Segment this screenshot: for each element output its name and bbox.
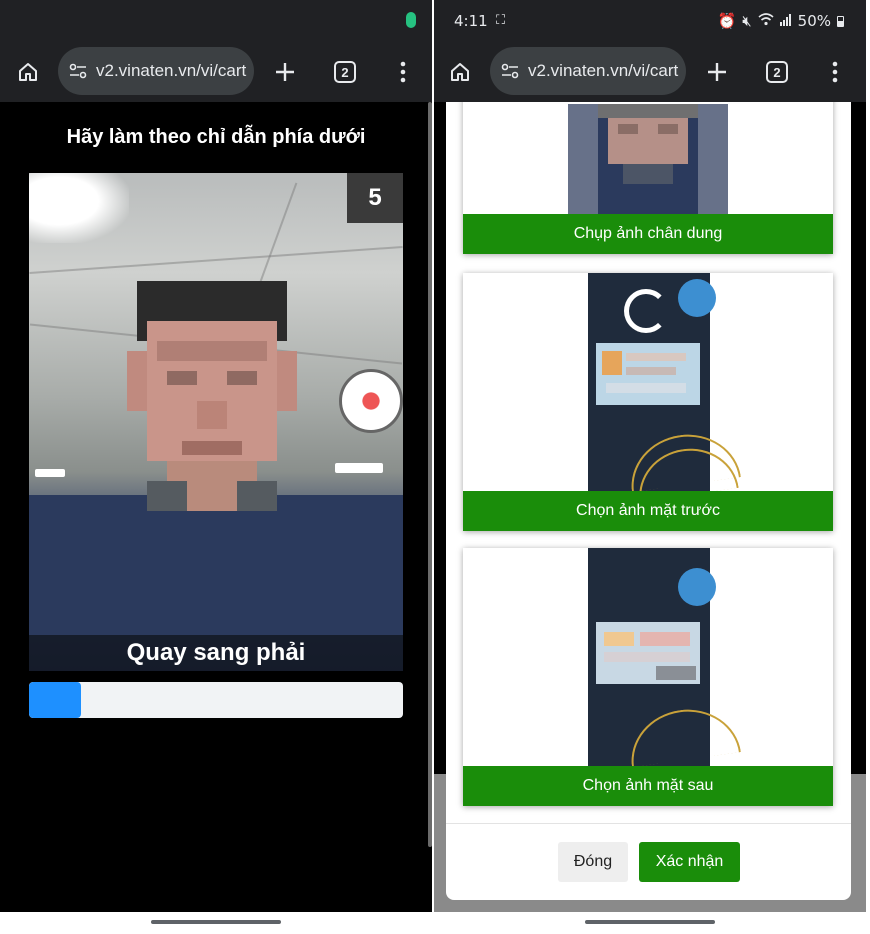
loading-spinner-icon — [624, 289, 668, 333]
url-text: v2.vinaten.vn/vi/cart — [528, 61, 679, 80]
more-menu-icon[interactable] — [817, 54, 853, 90]
modal-footer: Đóng Xác nhận — [446, 823, 851, 900]
status-time: 4:11 — [454, 12, 488, 30]
address-bar[interactable]: v2.vinaten.vn/vi/cart — [490, 47, 686, 95]
battery-icon — [837, 15, 844, 27]
screenshot-notify-icon: ⛶ — [496, 12, 506, 27]
right-phone-screen: 4:11 ⛶ ⏰ 🔇︎ 50% v2.vinaten.vn/vi/cart 2 … — [434, 0, 866, 934]
more-menu-icon[interactable] — [385, 54, 421, 90]
countdown-timer: 5 — [347, 173, 403, 223]
alarm-icon: ⏰ — [717, 12, 737, 30]
id-front-card: Chọn ảnh mặt trước — [463, 273, 833, 531]
home-gesture-handle[interactable] — [151, 920, 281, 924]
gesture-nav-bar — [434, 912, 866, 934]
ceiling-light — [35, 469, 65, 477]
site-settings-icon[interactable] — [500, 61, 520, 81]
person-shirt — [29, 495, 403, 635]
wall-fan — [339, 369, 403, 433]
instruction-heading: Hãy làm theo chỉ dẫn phía dưới — [66, 126, 366, 148]
close-button[interactable]: Đóng — [558, 842, 628, 882]
portrait-preview — [463, 102, 833, 214]
liveness-progress-bar — [29, 682, 403, 718]
ekyc-upload-page: Chụp ảnh chân dung Chọn ảnh mặt trước Ch… — [434, 102, 866, 912]
background-graphic — [625, 702, 741, 766]
signal-icon — [779, 12, 792, 30]
home-gesture-handle[interactable] — [585, 920, 715, 924]
background-graphic — [678, 568, 716, 606]
new-tab-plus-icon[interactable] — [699, 54, 735, 90]
mute-icon: 🔇︎ — [742, 12, 752, 30]
pixelated-face — [127, 281, 297, 511]
id-front-preview — [463, 273, 833, 491]
face-liveness-page: Hãy làm theo chỉ dẫn phía dưới 5 Quay sa… — [0, 102, 432, 912]
choose-front-image-button[interactable]: Chọn ảnh mặt trước — [463, 491, 833, 531]
capture-portrait-button[interactable]: Chụp ảnh chân dung — [463, 214, 833, 254]
address-bar[interactable]: v2.vinaten.vn/vi/cart — [58, 47, 254, 95]
status-icons: ⏰ 🔇︎ 50% — [718, 12, 844, 30]
id-back-preview — [463, 548, 833, 766]
tab-count: 2 — [334, 61, 356, 83]
tab-switcher-icon[interactable]: 2 — [327, 54, 363, 90]
new-tab-plus-icon[interactable] — [267, 54, 303, 90]
pixelated-id-card-front — [596, 343, 700, 405]
liveness-progress-fill — [29, 682, 82, 718]
wifi-icon — [758, 12, 774, 30]
home-icon[interactable] — [442, 54, 478, 90]
camera-preview: 5 — [29, 173, 403, 671]
id-front-thumbnail — [588, 273, 741, 491]
browser-toolbar: v2.vinaten.vn/vi/cart 2 — [0, 42, 432, 102]
left-phone-screen: v2.vinaten.vn/vi/cart 2 Hãy làm theo chỉ… — [0, 0, 432, 934]
confirm-button[interactable]: Xác nhận — [639, 842, 740, 882]
ekyc-modal: Chụp ảnh chân dung Chọn ảnh mặt trước Ch… — [446, 102, 851, 900]
ceiling-grid-line — [29, 245, 403, 275]
ceiling-light — [29, 173, 129, 243]
url-text: v2.vinaten.vn/vi/cart — [96, 61, 247, 80]
browser-toolbar: v2.vinaten.vn/vi/cart 2 — [434, 42, 866, 102]
pixelated-portrait — [568, 104, 728, 214]
action-instruction: Quay sang phải — [29, 635, 403, 671]
gesture-nav-bar — [0, 912, 432, 934]
portrait-card: Chụp ảnh chân dung — [463, 102, 833, 254]
status-bar: 4:11 ⛶ ⏰ 🔇︎ 50% — [434, 0, 866, 42]
background-graphic — [678, 279, 716, 317]
pixelated-id-card-back — [596, 622, 700, 684]
home-icon[interactable] — [10, 54, 46, 90]
camera-in-use-indicator — [406, 12, 416, 28]
ceiling-light — [335, 463, 383, 473]
tab-count: 2 — [766, 61, 788, 83]
id-back-thumbnail — [588, 548, 741, 766]
site-settings-icon[interactable] — [68, 61, 88, 81]
choose-back-image-button[interactable]: Chọn ảnh mặt sau — [463, 766, 833, 806]
status-bar — [0, 0, 432, 42]
id-back-card: Chọn ảnh mặt sau — [463, 548, 833, 806]
tab-switcher-icon[interactable]: 2 — [759, 54, 795, 90]
battery-level: 50% — [797, 12, 831, 30]
